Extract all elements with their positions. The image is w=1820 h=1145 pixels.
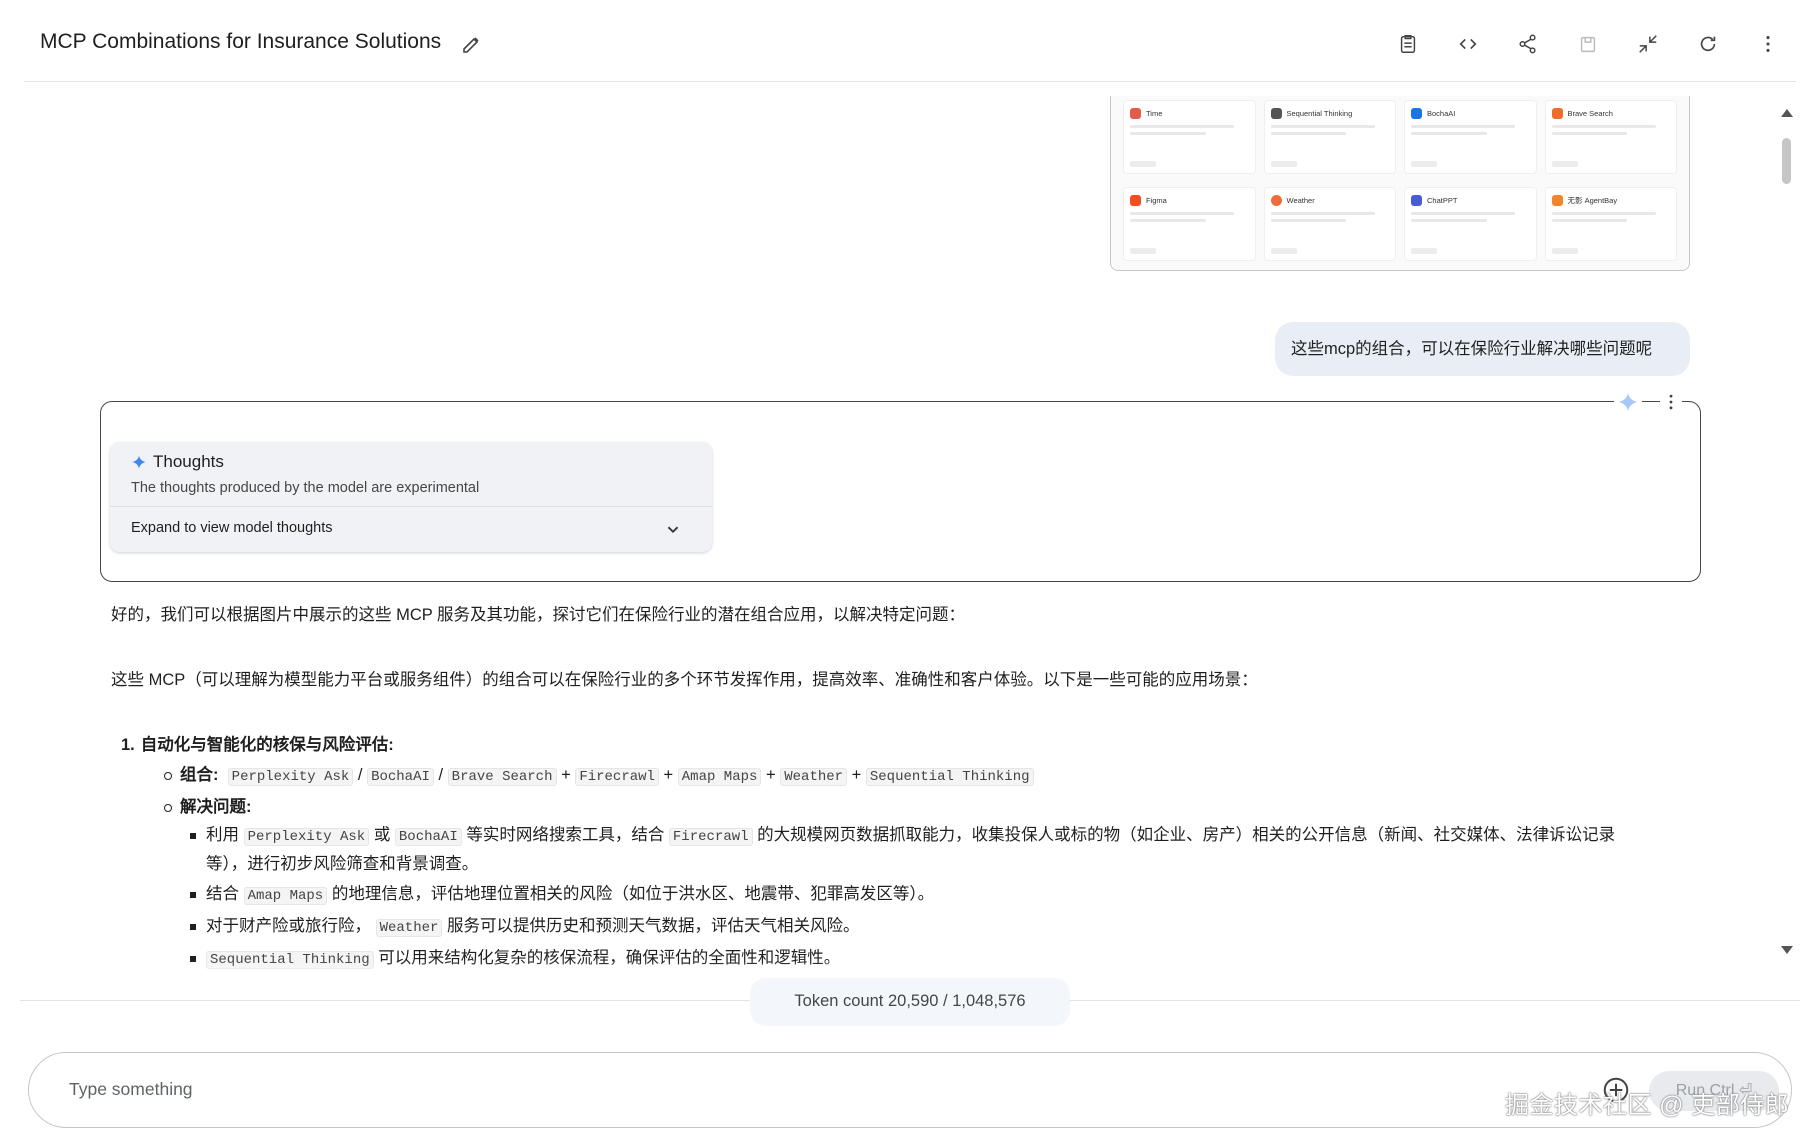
response-intro: 好的，我们可以根据图片中展示的这些 MCP 服务及其功能，探讨它们在保险行业的潜… [111,606,966,624]
mcp-tile-name: Brave Search [1567,109,1613,118]
message-more-icon[interactable] [1660,388,1682,416]
pencil-icon[interactable] [460,32,484,56]
mcp-tile: Time [1123,100,1256,174]
chevron-down-icon[interactable] [662,518,684,540]
response-intro: 这些 MCP（可以理解为模型能力平台或服务组件）的组合可以在保险行业的多个环节发… [111,671,1258,689]
mcp-tile-name: ChatPPT [1427,196,1458,205]
prompt-input[interactable]: Type something [69,1079,193,1100]
thoughts-title: Thoughts [153,452,224,471]
header-bar: MCP Combinations for Insurance Solutions [24,0,1796,82]
mcp-logo-icon [1270,108,1282,119]
list-item: 利用 Perplexity Ask 或 BochaAI 等实时网络搜索工具，结合… [190,822,1711,878]
scroll-up-arrow-icon[interactable] [1780,105,1794,123]
thoughts-heading: Thoughts [131,452,224,472]
user-message-bubble: 这些mcp的组合，可以在保险行业解决哪些问题呢 [1275,322,1690,376]
code-icon[interactable] [1454,30,1482,58]
collapse-icon[interactable] [1634,30,1662,58]
mcp-tile: Weather [1263,187,1396,261]
mcp-tile: ChatPPT [1404,187,1537,261]
mcp-tile-name: BochaAI [1427,109,1456,118]
expand-thoughts-button[interactable]: Expand to view model thoughts [131,520,333,536]
mcp-logo-icon [1270,195,1282,206]
more-vert-icon[interactable] [1754,30,1782,58]
list-item: 组合: Perplexity Ask / BochaAI / Brave Sea… [164,760,1711,792]
scroll-down-arrow-icon[interactable] [1780,942,1794,960]
mcp-tile: 无影 AgentBay [1544,187,1677,261]
list-item: 对于财产险或旅行险， Weather 服务可以提供历史和预测天气数据，评估天气相… [190,913,1711,942]
scrollbar-thumb[interactable] [1782,138,1791,184]
list-item: 结合 Amap Maps 的地理信息，评估地理位置相关的风险（如位于洪水区、地震… [190,881,1711,910]
mcp-tile-name: 无影 AgentBay [1567,196,1618,205]
mcp-tile-name: Weather [1286,196,1315,205]
page-title: MCP Combinations for Insurance Solutions [40,30,442,53]
sparkle-icon [1614,388,1642,416]
mcp-logo-icon [1130,108,1141,119]
response-list: 1. 自动化与智能化的核保与风险评估: 组合: Perplexity Ask /… [111,730,1711,974]
mcp-tile: Sequential Thinking [1263,100,1396,174]
mcp-tile: Brave Search [1544,100,1677,174]
share-icon[interactable] [1514,30,1542,58]
mcp-tile-name: Sequential Thinking [1286,109,1353,118]
sparkle-icon [132,455,146,469]
mcp-tile-name: Figma [1146,196,1167,205]
model-response-text: 好的，我们可以根据图片中展示的这些 MCP 服务及其功能，探讨它们在保险行业的潜… [111,600,1711,977]
attached-image-preview[interactable]: Time Sequential Thinking BochaAI Brave S… [1110,96,1690,271]
mcp-tile-name: Time [1146,109,1163,118]
mcp-logo-icon [1551,108,1563,119]
clipboard-icon[interactable] [1394,30,1422,58]
list-item-heading: 1. 自动化与智能化的核保与风险评估: [121,736,394,754]
watermark: 掘金技术社区 @ 吏部侍郎 [1505,1092,1790,1119]
list-item: 解决问题: [164,792,1711,822]
mcp-logo-icon [1130,195,1141,206]
thoughts-panel: Thoughts The thoughts produced by the mo… [110,442,712,552]
thoughts-subtitle: The thoughts produced by the model are e… [131,480,480,496]
mcp-tile: Figma [1123,187,1256,261]
mcp-logo-icon [1411,195,1422,206]
mcp-logo-icon [1551,195,1563,206]
mcp-logo-icon [1411,108,1422,119]
refresh-icon[interactable] [1694,30,1722,58]
mcp-tile: BochaAI [1404,100,1537,174]
token-count-badge: Token count 20,590 / 1,048,576 [750,978,1070,1026]
save-drive-icon[interactable] [1574,30,1602,58]
